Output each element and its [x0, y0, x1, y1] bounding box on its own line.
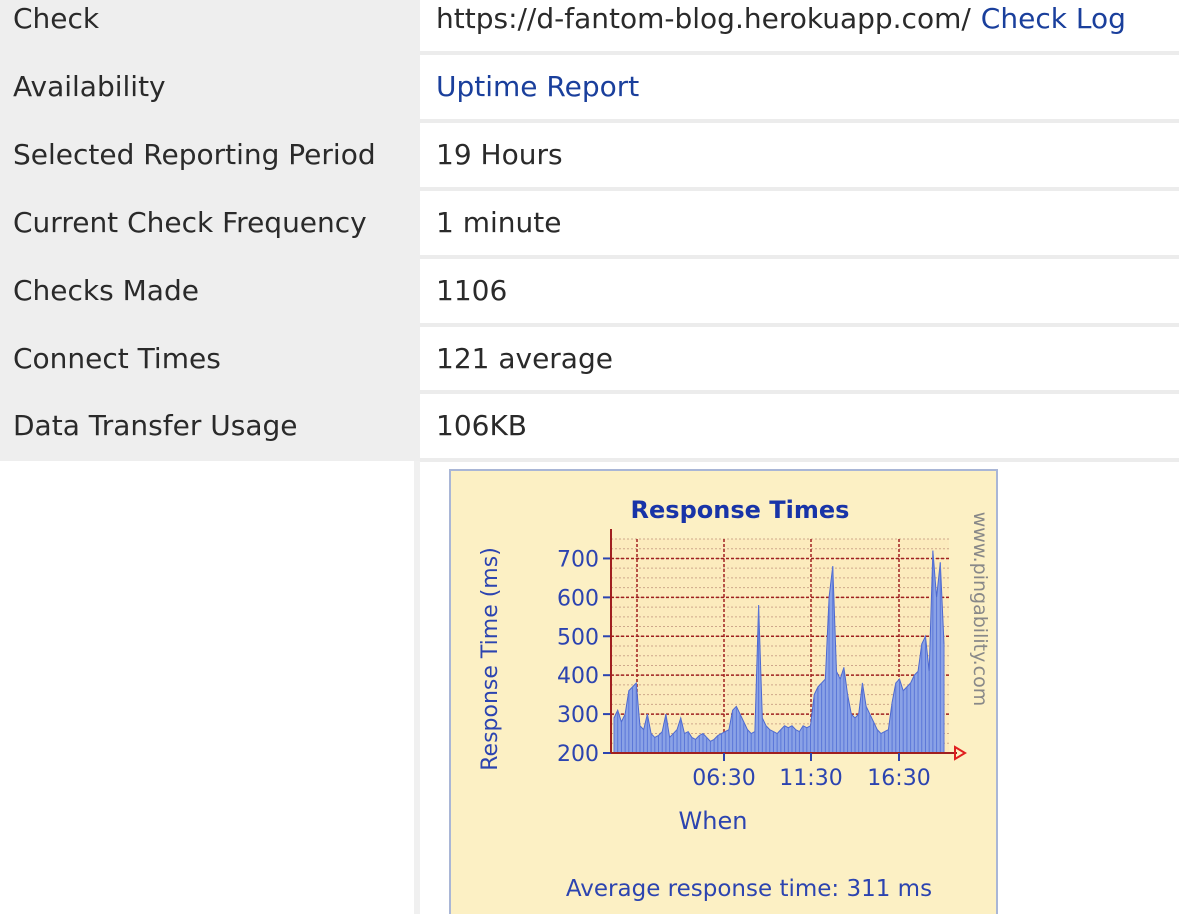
average-response-footer: Average response time: 311 ms	[566, 876, 932, 902]
y-tick-label: 600	[557, 586, 599, 611]
row-check: Check https://d-fantom-blog.herokuapp.co…	[0, 0, 1179, 51]
plot-area: 200 300 400 500 600 700 06:30 11:30 16:30	[557, 529, 967, 791]
data-transfer-label: Data Transfer Usage	[0, 394, 414, 458]
availability-value: Uptime Report	[420, 55, 1179, 119]
check-label: Check	[0, 0, 414, 51]
reporting-period-label: Selected Reporting Period	[0, 123, 414, 187]
row-reporting-period: Selected Reporting Period 19 Hours	[0, 123, 1179, 187]
y-tick-label: 200	[557, 742, 599, 767]
checks-made-value: 1106	[420, 259, 1179, 323]
row-check-frequency: Current Check Frequency 1 minute	[0, 191, 1179, 255]
x-tick-label: 06:30	[692, 766, 755, 791]
y-tick-label: 400	[557, 664, 599, 689]
check-frequency-value: 1 minute	[420, 191, 1179, 255]
x-tick-label: 11:30	[779, 766, 842, 791]
row-connect-times: Connect Times 121 average	[0, 327, 1179, 391]
column-divider	[414, 461, 420, 914]
y-tick-label: 300	[557, 703, 599, 728]
y-axis-label: Response Time (ms)	[478, 547, 503, 771]
check-frequency-label: Current Check Frequency	[0, 191, 414, 255]
connect-times-value: 121 average	[420, 327, 1179, 391]
connect-times-label: Connect Times	[0, 327, 414, 391]
chart-title: Response Times	[631, 496, 850, 524]
availability-label: Availability	[0, 55, 414, 119]
row-checks-made: Checks Made 1106	[0, 259, 1179, 323]
uptime-report-link[interactable]: Uptime Report	[436, 73, 639, 101]
x-tick-label: 16:30	[867, 766, 930, 791]
check-log-link[interactable]: Check Log	[981, 5, 1126, 33]
check-value: https://d-fantom-blog.herokuapp.com/ Che…	[420, 0, 1179, 51]
watermark: www.pingability.com	[969, 512, 991, 707]
data-transfer-value: 106KB	[420, 394, 1179, 458]
checks-made-label: Checks Made	[0, 259, 414, 323]
row-data-transfer: Data Transfer Usage 106KB	[0, 394, 1179, 458]
response-times-chart-svg: Response Times Response Time (ms) www.pi…	[449, 469, 998, 918]
row-availability: Availability Uptime Report	[0, 55, 1179, 119]
check-url: https://d-fantom-blog.herokuapp.com/	[436, 2, 971, 35]
y-tick-label: 500	[557, 625, 599, 650]
reporting-period-value: 19 Hours	[420, 123, 1179, 187]
x-axis-label: When	[679, 807, 748, 835]
y-tick-label: 700	[557, 547, 599, 572]
row-divider	[420, 458, 1179, 462]
response-times-chart: Response Times Response Time (ms) www.pi…	[449, 469, 998, 918]
